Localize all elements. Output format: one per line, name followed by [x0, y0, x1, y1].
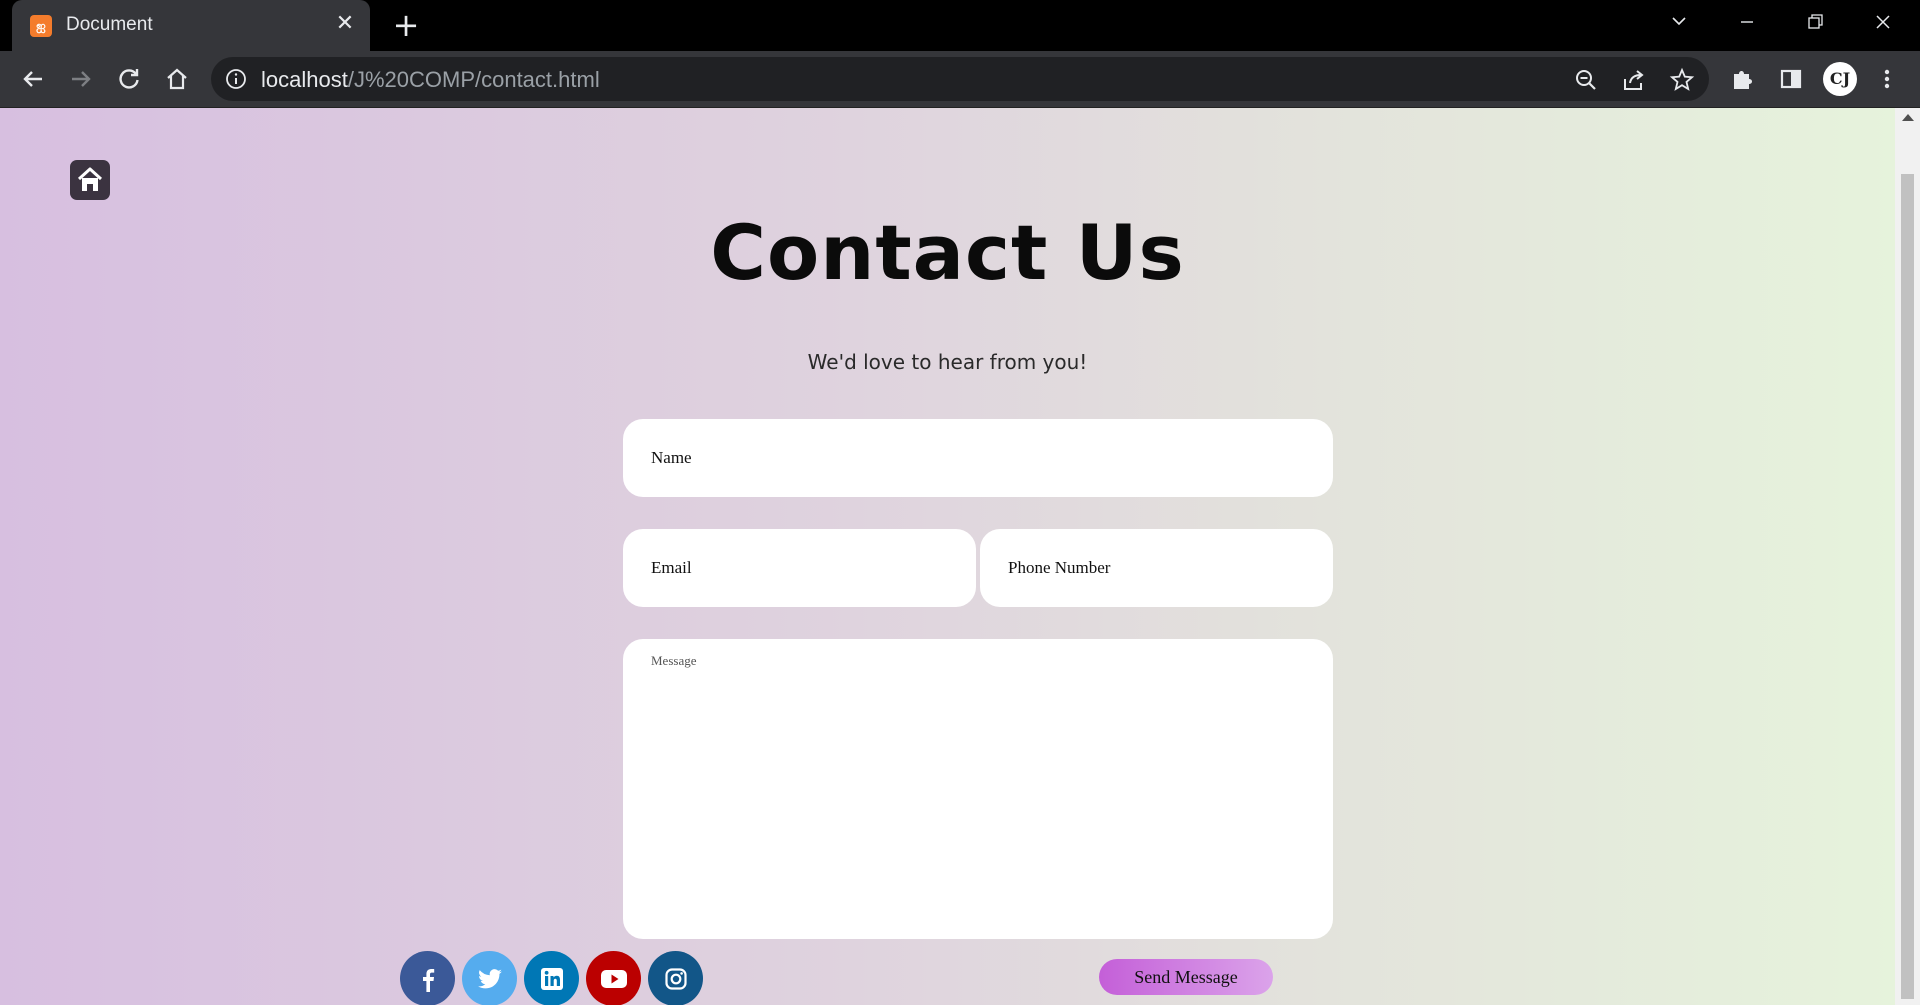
page-viewport: Contact Us We'd love to hear from you! S… — [0, 108, 1895, 1005]
minimize-window-icon[interactable] — [1730, 8, 1764, 36]
url-host: localhost — [261, 67, 348, 92]
home-link-button[interactable] — [70, 160, 110, 200]
scrollbar-thumb[interactable] — [1901, 174, 1914, 999]
instagram-icon — [664, 967, 687, 990]
facebook-icon — [422, 968, 434, 992]
phone-number-input[interactable] — [980, 529, 1333, 607]
browser-menu-icon[interactable] — [1872, 64, 1902, 94]
back-arrow-icon[interactable] — [18, 64, 48, 94]
browser-tab[interactable]: ஐ Document ✕ — [12, 0, 370, 51]
restore-window-icon[interactable] — [1798, 8, 1832, 36]
scroll-up-arrow-icon[interactable] — [1902, 114, 1914, 121]
address-bar[interactable]: localhost/J%20COMP/contact.html — [211, 57, 1709, 101]
twitter-icon — [477, 968, 502, 988]
name-input[interactable] — [623, 419, 1333, 497]
instagram-link[interactable] — [648, 951, 703, 1005]
youtube-link[interactable] — [586, 951, 641, 1005]
bookmark-star-icon[interactable] — [1669, 67, 1695, 93]
tab-close-icon[interactable]: ✕ — [332, 11, 358, 37]
linkedin-icon — [540, 967, 563, 990]
site-info-icon[interactable] — [225, 68, 247, 90]
side-panel-icon[interactable] — [1776, 64, 1806, 94]
page-subtitle: We'd love to hear from you! — [807, 350, 1088, 374]
home-icon[interactable] — [162, 64, 192, 94]
vertical-scrollbar[interactable] — [1895, 108, 1920, 1005]
url-path: /J%20COMP/contact.html — [347, 67, 600, 92]
twitter-link[interactable] — [462, 951, 517, 1005]
close-window-icon[interactable] — [1866, 8, 1900, 36]
profile-avatar[interactable]: CJ — [1823, 62, 1857, 96]
email-input[interactable] — [623, 529, 976, 607]
linkedin-link[interactable] — [524, 951, 579, 1005]
share-icon[interactable] — [1621, 67, 1647, 93]
tab-title: Document — [66, 14, 153, 35]
tab-strip: ஐ Document ✕ + — [0, 0, 1920, 51]
xampp-favicon-icon: ஐ — [30, 15, 52, 37]
youtube-icon — [600, 969, 627, 988]
page-title: Contact Us — [710, 208, 1185, 297]
house-icon — [77, 167, 103, 191]
new-tab-button[interactable]: + — [390, 9, 422, 41]
forward-arrow-icon[interactable] — [66, 64, 96, 94]
browser-toolbar: localhost/J%20COMP/contact.html CJ — [0, 51, 1920, 108]
message-textarea[interactable] — [623, 639, 1333, 939]
send-message-button[interactable]: Send Message — [1099, 959, 1273, 995]
zoom-out-icon[interactable] — [1573, 67, 1599, 93]
facebook-link[interactable] — [400, 951, 455, 1005]
tab-search-chevron-icon[interactable] — [1662, 8, 1696, 36]
extensions-puzzle-icon[interactable] — [1728, 64, 1758, 94]
url-text: localhost/J%20COMP/contact.html — [261, 67, 600, 93]
reload-icon[interactable] — [114, 64, 144, 94]
